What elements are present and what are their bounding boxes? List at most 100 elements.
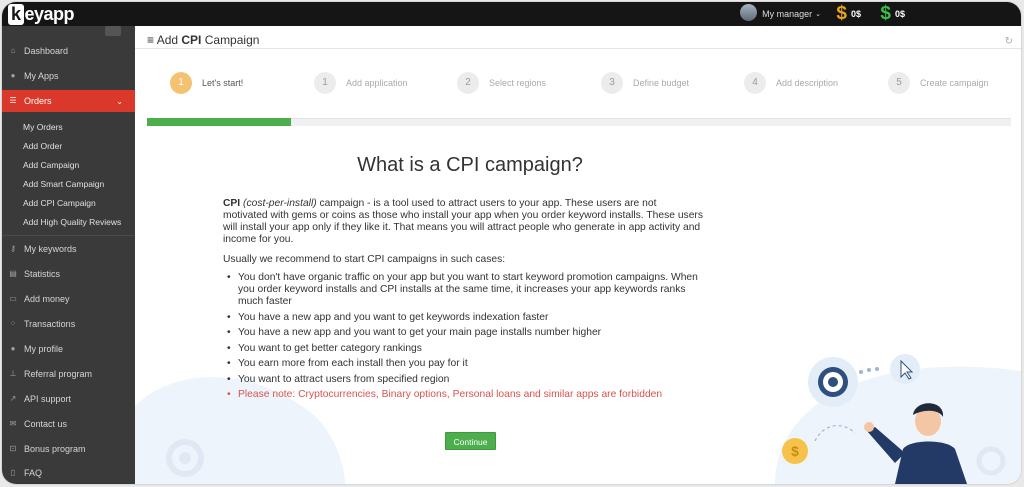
dollar-icon: $ xyxy=(836,3,847,24)
step-lets-start[interactable]: 1 Let's start! xyxy=(170,72,243,94)
app-window: k eyapp My manager ⌄ $ 0$ $ 0$ ⌂ Dashboar… xyxy=(2,2,1021,484)
sidebar-item-my-keywords[interactable]: ⚷ My keywords xyxy=(2,238,135,260)
sidebar-item-my-profile[interactable]: ● My profile xyxy=(2,338,135,360)
submenu-add-campaign[interactable]: Add Campaign xyxy=(23,160,79,170)
sidebar-item-my-apps[interactable]: ● My Apps xyxy=(2,65,135,87)
step-define-budget[interactable]: 3 Define budget xyxy=(601,72,689,94)
balance-secondary[interactable]: $ 0$ xyxy=(880,4,905,24)
step-select-regions[interactable]: 2 Select regions xyxy=(457,72,546,94)
gift-icon: ⊡ xyxy=(9,444,17,453)
step-number: 1 xyxy=(170,72,192,94)
sidebar-item-add-money[interactable]: ▭ Add money xyxy=(2,288,135,310)
step-number: 4 xyxy=(744,72,766,94)
sidebar-item-bonus-program[interactable]: ⊡ Bonus program xyxy=(2,438,135,460)
sidebar-item-faq[interactable]: ▯ FAQ xyxy=(2,462,135,484)
step-label: Let's start! xyxy=(202,78,244,88)
screen-frame: k eyapp My manager ⌄ $ 0$ $ 0$ ⌂ Dashboar… xyxy=(0,0,1024,487)
submenu-add-smart-campaign[interactable]: Add Smart Campaign xyxy=(23,179,104,189)
chart-icon: ▤ xyxy=(9,269,17,278)
page-title-bold: CPI xyxy=(181,33,202,47)
recommend-text: Usually we recommend to start CPI campai… xyxy=(223,254,506,265)
step-add-description[interactable]: 4 Add description xyxy=(744,72,838,94)
list-item: You want to attract users from specified… xyxy=(223,374,703,386)
dollar-icon: $ xyxy=(880,3,891,24)
description-content: CPI (cost-per-install) campaign - is a t… xyxy=(223,198,703,405)
sidebar-item-label: Orders xyxy=(24,96,52,106)
chevron-down-icon: ⌄ xyxy=(815,10,821,18)
sitemap-icon: ⊥ xyxy=(9,369,17,378)
list-item: You earn more from each install then you… xyxy=(223,358,703,370)
sidebar-item-label: Bonus program xyxy=(24,444,86,454)
apps-icon: ● xyxy=(10,71,16,80)
step-number: 1 xyxy=(314,72,336,94)
step-label: Select regions xyxy=(489,78,547,88)
step-number: 2 xyxy=(457,72,479,94)
page-title: ≡ Add CPI Campaign xyxy=(147,33,259,47)
sidebar-item-label: FAQ xyxy=(24,468,43,478)
sidebar-item-label: API support xyxy=(24,394,72,404)
step-add-application[interactable]: 1 Add application xyxy=(314,72,408,94)
sidebar-item-label: Statistics xyxy=(24,269,61,279)
top-bar: k eyapp My manager ⌄ $ 0$ $ 0$ xyxy=(2,2,1021,26)
page-title-prefix: Add xyxy=(156,33,182,47)
manager-menu[interactable]: My manager ⌄ xyxy=(740,4,821,21)
sidebar-toggle[interactable] xyxy=(105,26,121,36)
sidebar-item-dashboard[interactable]: ⌂ Dashboard xyxy=(2,40,135,62)
intro-paragraph: CPI (cost-per-install) campaign - is a t… xyxy=(223,198,703,246)
step-label: Create campaign xyxy=(920,78,989,88)
sidebar-item-label: Dashboard xyxy=(24,46,69,56)
step-label: Define budget xyxy=(633,78,690,88)
sidebar-item-orders[interactable]: ☰ Orders ⌄ xyxy=(2,90,135,112)
step-create-campaign[interactable]: 5 Create campaign xyxy=(888,72,989,94)
page-title-suffix: Campaign xyxy=(201,33,260,47)
sidebar-item-transactions[interactable]: ⁘ Transactions xyxy=(2,313,135,335)
list-item: You want to get better category rankings xyxy=(223,343,703,355)
refresh-icon[interactable]: ↻ xyxy=(1005,36,1013,47)
logo-text: eyapp xyxy=(24,4,75,24)
avatar xyxy=(740,4,758,21)
step-number: 3 xyxy=(601,72,623,94)
chevron-down-icon: ⌄ xyxy=(116,96,123,106)
sidebar-item-contact-us[interactable]: ✉ Contact us xyxy=(2,413,135,435)
user-icon: ● xyxy=(10,344,16,353)
balance-secondary-value: 0$ xyxy=(894,9,905,19)
reasons-list: You don't have organic traffic on your a… xyxy=(223,272,703,401)
divider xyxy=(2,235,135,236)
submenu-my-orders[interactable]: My Orders xyxy=(23,122,63,132)
forbidden-apps-warning: Please note: Cryptocurrencies, Binary op… xyxy=(223,389,703,401)
sidebar-item-statistics[interactable]: ▤ Statistics xyxy=(2,263,135,285)
sidebar: ⌂ Dashboard ● My Apps ☰ Orders ⌄ My Orde… xyxy=(2,26,135,484)
main-content: ≡ Add CPI Campaign ↻ 1 Let's start! 1 Ad… xyxy=(135,26,1021,484)
sidebar-item-api-support[interactable]: ↗ API support xyxy=(2,388,135,410)
intro-italic: (cost-per-install) xyxy=(243,198,317,209)
submenu-add-order[interactable]: Add Order xyxy=(23,141,62,151)
manager-label: My manager xyxy=(762,8,813,19)
submenu-add-high-quality-reviews[interactable]: Add High Quality Reviews xyxy=(23,217,121,227)
sidebar-item-label: My keywords xyxy=(24,244,77,254)
wizard-progress-fill xyxy=(147,118,292,126)
list-item: You have a new app and you want to get k… xyxy=(223,312,703,324)
balance-primary[interactable]: $ 0$ xyxy=(836,4,861,24)
list-item: You have a new app and you want to get y… xyxy=(223,327,703,339)
continue-button[interactable]: Continue xyxy=(445,432,496,450)
list-icon: ☰ xyxy=(9,96,17,105)
hamburger-icon: ≡ xyxy=(147,33,157,47)
home-icon: ⌂ xyxy=(10,46,16,55)
sidebar-item-label: Contact us xyxy=(24,419,68,429)
wizard-progress-bar xyxy=(147,118,1011,126)
header-divider xyxy=(135,48,1021,49)
sidebar-item-referral-program[interactable]: ⊥ Referral program xyxy=(2,363,135,385)
sidebar-item-label: My Apps xyxy=(24,71,59,81)
step-label: Add description xyxy=(776,78,839,88)
svg-text:$: $ xyxy=(791,443,799,459)
logo[interactable]: k eyapp xyxy=(8,4,75,25)
sidebar-item-label: Transactions xyxy=(24,319,76,329)
money-icon: ▭ xyxy=(9,294,17,303)
submenu-add-cpi-campaign[interactable]: Add CPI Campaign xyxy=(23,198,96,208)
step-number: 5 xyxy=(888,72,910,94)
intro-bold: CPI xyxy=(223,198,241,209)
book-icon: ▯ xyxy=(10,468,16,477)
balance-primary-value: 0$ xyxy=(850,9,861,19)
section-heading: What is a CPI campaign? xyxy=(357,154,583,176)
spinner-icon: ⁘ xyxy=(9,319,17,328)
